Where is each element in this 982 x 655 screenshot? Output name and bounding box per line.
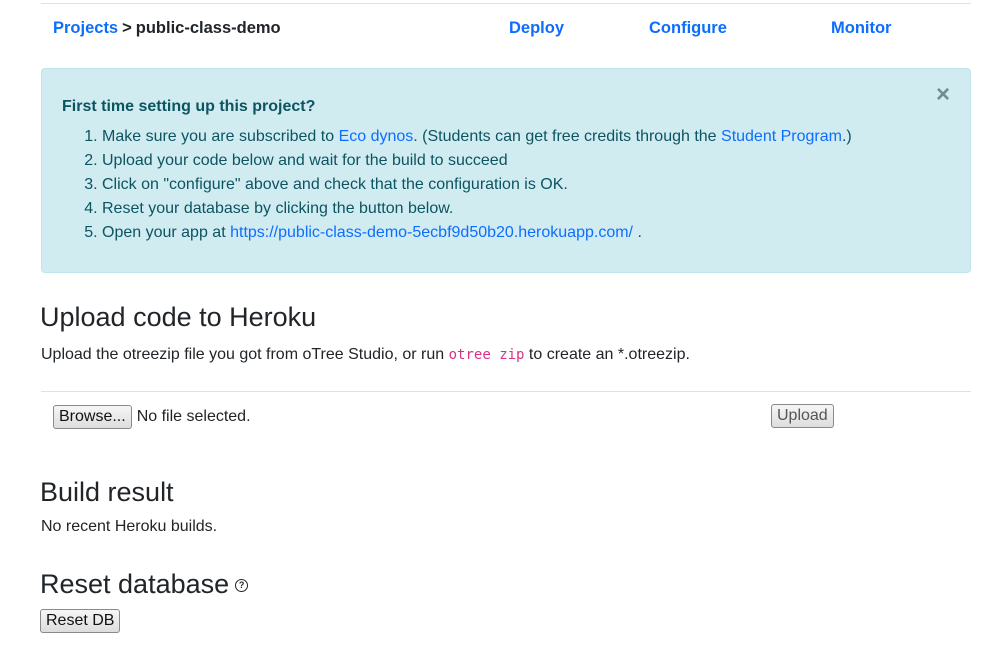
nav-monitor-link[interactable]: Monitor <box>831 19 891 38</box>
step-text: Make sure you are subscribed to <box>102 128 339 145</box>
file-input[interactable]: Browse... No file selected. <box>53 405 251 431</box>
build-status-text: No recent Heroku builds. <box>41 518 218 535</box>
top-nav: Projects > public-class-demo Deploy Config… <box>53 19 971 39</box>
upload-desc-text: Upload the otreezip file you got from oT… <box>41 346 449 363</box>
step-text: . <box>633 224 642 241</box>
upload-divider <box>41 391 971 392</box>
upload-section-title: Upload code to Heroku <box>40 302 317 332</box>
step-text: Open your app at <box>102 224 231 241</box>
breadcrumb-separator: > <box>122 19 132 37</box>
setup-step-1: Make sure you are subscribed to Eco dyno… <box>102 125 852 149</box>
step-text: . (Students can get free credits through… <box>413 128 722 145</box>
app-url-link[interactable]: https://public-class-demo-5ecbf9d50b20.h… <box>230 224 633 241</box>
upload-description: Upload the otreezip file you got from oT… <box>41 346 690 364</box>
setup-step-5: Open your app at https://public-class-de… <box>102 221 852 245</box>
file-status-text: No file selected. <box>136 408 251 425</box>
setup-step-4: Reset your database by clicking the butt… <box>102 197 852 221</box>
top-divider <box>41 3 971 4</box>
upload-button[interactable]: Upload <box>771 404 834 428</box>
help-icon[interactable]: ? <box>235 579 249 593</box>
build-section-title: Build result <box>40 477 174 507</box>
nav-configure-link[interactable]: Configure <box>649 19 727 38</box>
reset-db-button[interactable]: Reset DB <box>40 609 121 633</box>
close-icon[interactable]: × <box>936 83 950 107</box>
reset-section-title: Reset database? <box>40 569 249 600</box>
setup-info-alert: × First time setting up this project? Ma… <box>41 68 971 273</box>
setup-step-3: Click on "configure" above and check tha… <box>102 173 852 197</box>
reset-title-text: Reset database <box>40 569 230 599</box>
nav-deploy-link[interactable]: Deploy <box>509 19 564 38</box>
alert-heading: First time setting up this project? <box>62 98 316 115</box>
breadcrumb: Projects > public-class-demo <box>53 19 281 38</box>
setup-steps-list: Make sure you are subscribed to Eco dyno… <box>62 125 852 245</box>
projects-link[interactable]: Projects <box>53 19 118 37</box>
browse-button[interactable]: Browse... <box>53 405 132 429</box>
current-project-name: public-class-demo <box>135 19 281 37</box>
otree-zip-command: otree zip <box>448 347 525 363</box>
step-text: .) <box>841 128 852 145</box>
student-program-link[interactable]: Student Program <box>721 128 842 145</box>
eco-dynos-link[interactable]: Eco dynos <box>339 128 414 145</box>
upload-desc-text: to create an *.otreezip. <box>524 346 690 363</box>
setup-step-2: Upload your code below and wait for the … <box>102 149 852 173</box>
